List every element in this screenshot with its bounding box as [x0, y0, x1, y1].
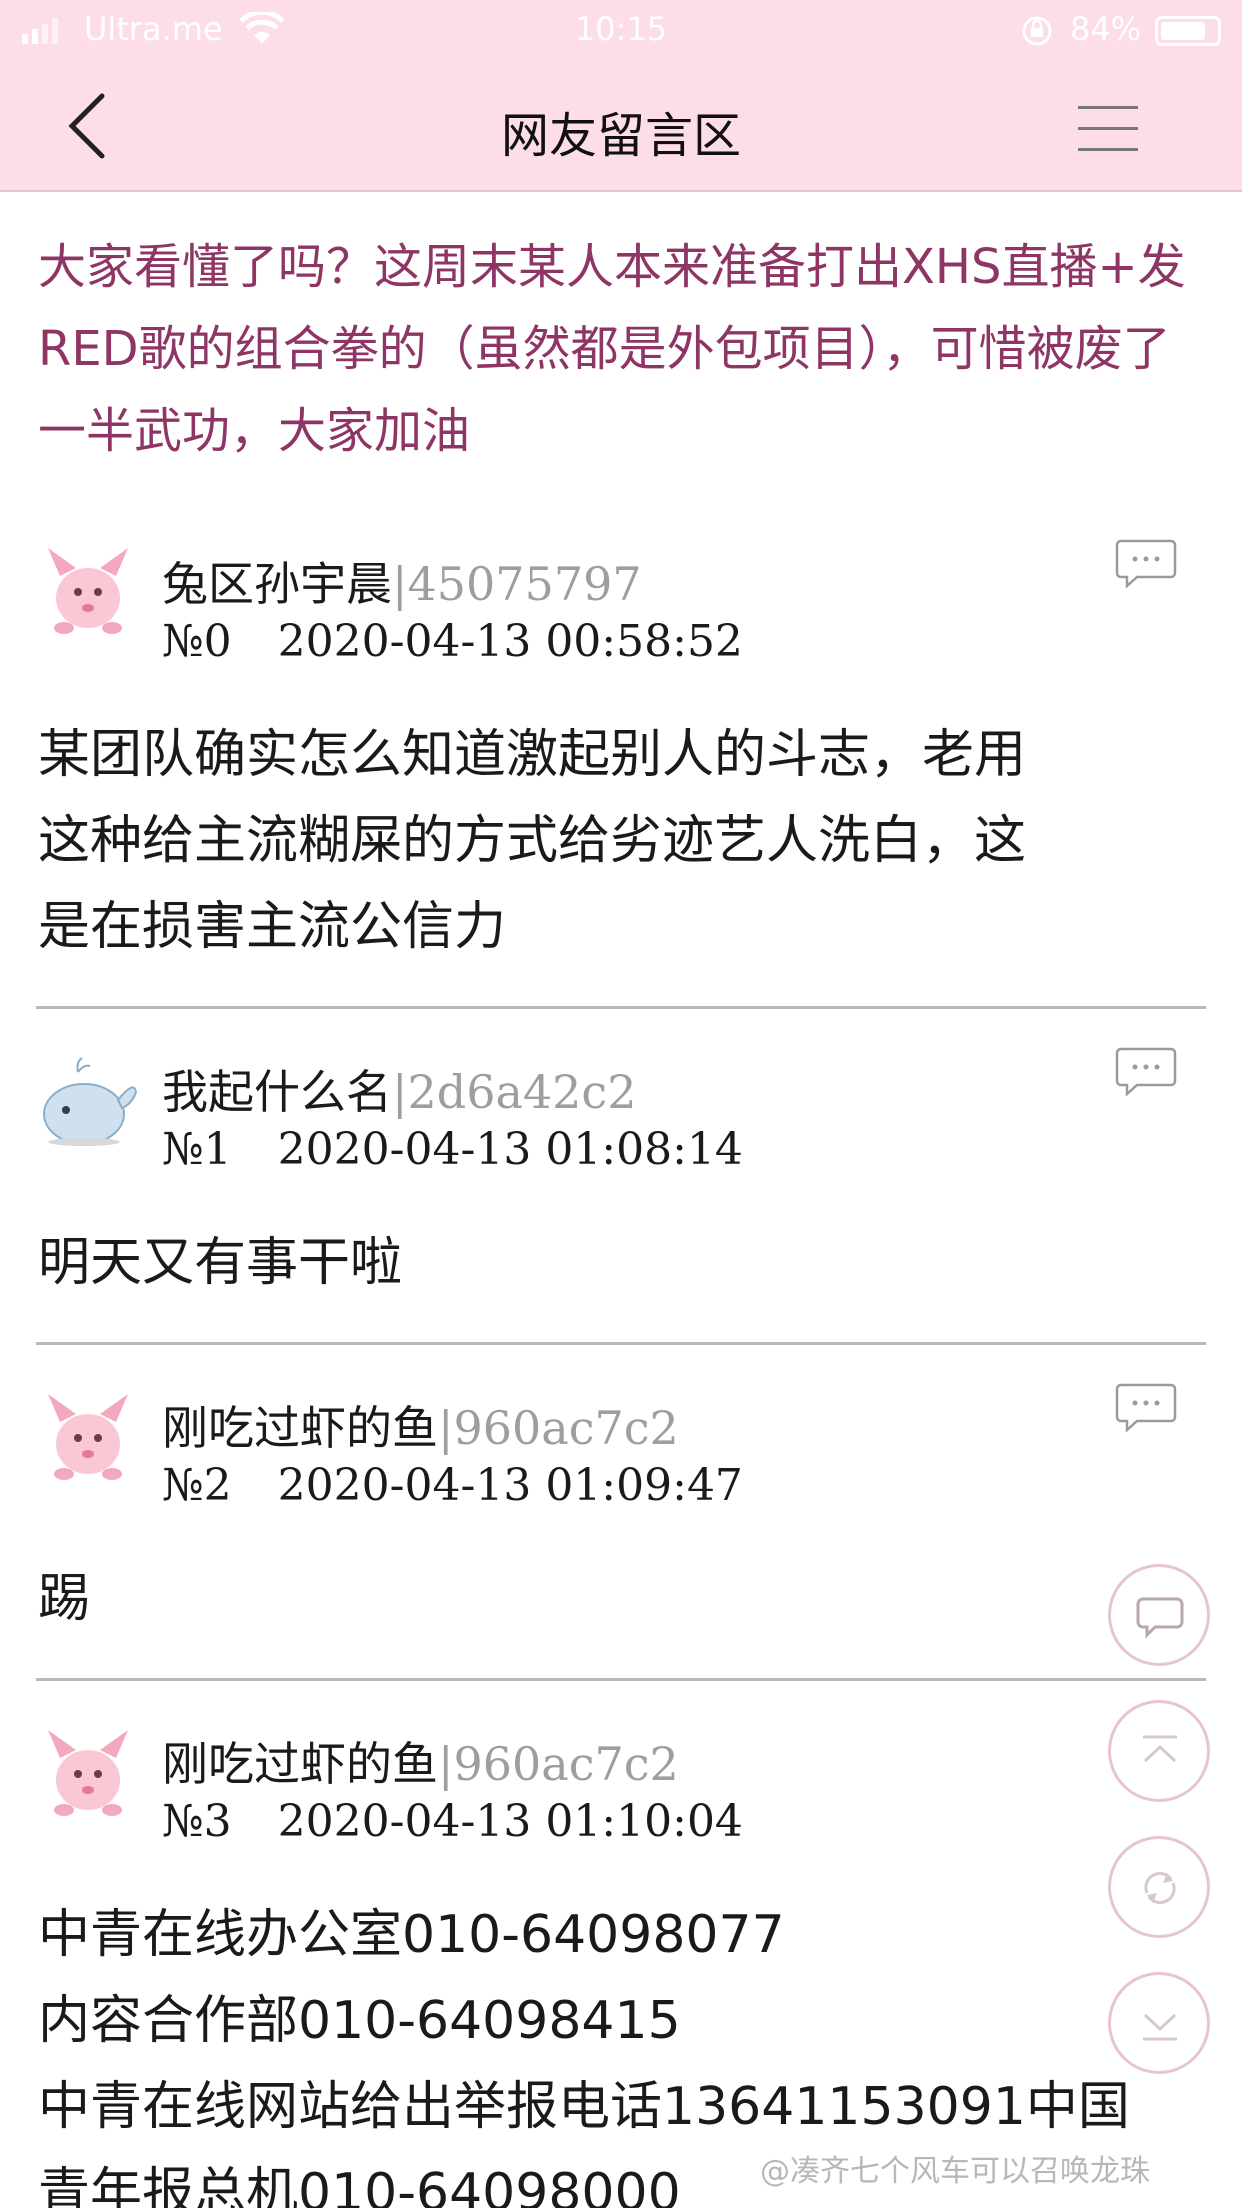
chat-bubble-icon [1136, 1597, 1184, 1639]
reply-comment-icon[interactable] [1115, 538, 1177, 588]
rotation-lock-icon [1022, 16, 1052, 46]
menu-button[interactable] [1078, 104, 1138, 152]
comment-user-id: |2d6a42c2 [392, 1065, 637, 1119]
pink-monster-avatar [48, 1394, 128, 1480]
comment-floor-number: №1 [162, 1124, 232, 1175]
pink-monster-avatar [48, 548, 128, 634]
scroll-to-bottom-button[interactable] [1108, 1972, 1210, 2074]
comment-divider [36, 1678, 1206, 1681]
comment-user-id: |960ac7c2 [438, 1401, 679, 1455]
comment-body: 某团队确实怎么知道激起别人的斗志，老用 这种给主流糊屎的方式给劣迹艺人洗白，这 … [38, 725, 1027, 957]
arrow-up-icon [1143, 1735, 1177, 1763]
comment-user-id: |960ac7c2 [438, 1737, 679, 1791]
comment-divider [36, 1342, 1206, 1345]
comment-floor-number: №2 [162, 1460, 232, 1511]
write-comment-button[interactable] [1108, 1564, 1210, 1666]
arrow-down-icon [1143, 2013, 1177, 2041]
top-bar: Ultra.me 10:15 84% 网友留言区 [0, 0, 1242, 192]
page-title: 网友留言区 [500, 108, 741, 164]
comment-username[interactable]: 兔区孙宇晨|45075797 [162, 548, 642, 614]
comment-meta: №2 2020-04-13 01:09:47 [162, 1460, 743, 1511]
status-bar: Ultra.me 10:15 84% [0, 0, 1242, 62]
battery-percent: 84% [1070, 10, 1142, 48]
comment-meta: №1 2020-04-13 01:08:14 [162, 1124, 743, 1175]
comment-body: 踢 [38, 1569, 91, 1629]
comment-datetime: 2020-04-13 00:58:52 [277, 616, 743, 667]
comment-datetime: 2020-04-13 01:08:14 [277, 1124, 743, 1175]
comment-floor-number: №0 [162, 616, 232, 667]
whale-avatar [43, 1057, 138, 1146]
comment-meta: №3 2020-04-13 01:10:04 [162, 1796, 743, 1847]
comment-datetime: 2020-04-13 01:10:04 [277, 1796, 743, 1847]
status-time: 10:15 [574, 10, 668, 48]
comment-datetime: 2020-04-13 01:09:47 [277, 1460, 743, 1511]
scroll-to-top-button[interactable] [1108, 1700, 1210, 1802]
battery-icon [1155, 16, 1221, 46]
weibo-watermark: @凑齐七个风车可以召唤龙珠 [760, 2154, 1150, 2189]
comment-username[interactable]: 刚吃过虾的鱼|960ac7c2 [162, 1392, 679, 1458]
main-post-text: 大家看懂了吗？这周末某人本来准备打出XHS直播+发RED歌的组合拳的（虽然都是外… [38, 239, 1186, 459]
refresh-icon [1144, 1872, 1176, 1904]
comment-body: 明天又有事干啦 [38, 1233, 403, 1293]
reply-comment-icon[interactable] [1115, 1382, 1177, 1432]
comment-user-id: |45075797 [392, 557, 642, 611]
comment-username[interactable]: 刚吃过虾的鱼|960ac7c2 [162, 1728, 679, 1794]
comment-divider [36, 1006, 1206, 1009]
comment-meta: №0 2020-04-13 00:58:52 [162, 616, 743, 667]
pink-monster-avatar [48, 1730, 128, 1816]
refresh-button[interactable] [1108, 1836, 1210, 1938]
reply-comment-icon[interactable] [1115, 1046, 1177, 1096]
comment-floor-number: №3 [162, 1796, 232, 1847]
comment-username[interactable]: 我起什么名|2d6a42c2 [162, 1056, 636, 1122]
